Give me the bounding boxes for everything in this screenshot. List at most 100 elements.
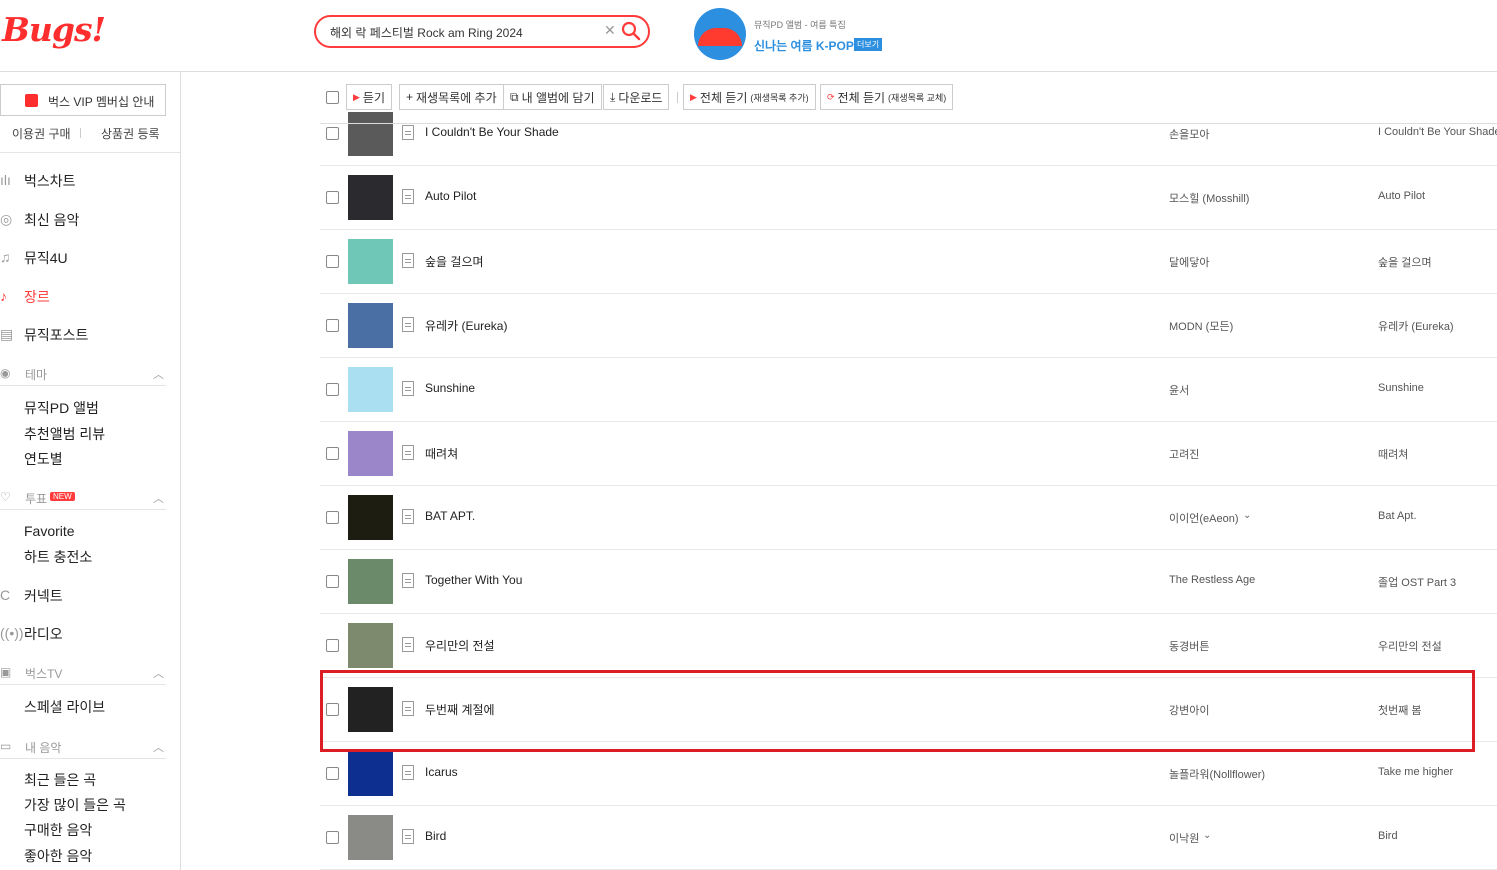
- track-title[interactable]: 때려쳐: [425, 445, 458, 462]
- track-artist[interactable]: 모스힐 (Mosshill): [1169, 190, 1249, 206]
- add-to-album-button[interactable]: ⧉ 내 앨범에 담기: [503, 84, 602, 110]
- track-artist[interactable]: 달에닿아: [1169, 254, 1209, 270]
- track-album[interactable]: Take me higher: [1378, 766, 1453, 778]
- album-thumbnail[interactable]: [348, 239, 393, 284]
- section-theme[interactable]: ◉ 테마 ︿: [0, 364, 166, 386]
- track-title[interactable]: Bird: [425, 829, 446, 843]
- sidebar-item-album-review[interactable]: 추천앨범 리뷰: [24, 424, 105, 444]
- track-checkbox[interactable]: [326, 127, 339, 140]
- album-thumbnail[interactable]: [348, 367, 393, 412]
- track-album[interactable]: 우리만의 전설: [1378, 638, 1442, 654]
- lyrics-icon[interactable]: [402, 381, 414, 396]
- promo-more-button[interactable]: 더보기: [854, 38, 883, 51]
- track-artist[interactable]: 이이언(eAeon): [1169, 510, 1239, 526]
- search-icon[interactable]: [621, 21, 641, 41]
- track-title[interactable]: Sunshine: [425, 381, 475, 395]
- lyrics-icon[interactable]: [402, 637, 414, 652]
- promo-title[interactable]: 신나는 여름 K-POP: [754, 37, 854, 54]
- track-artist[interactable]: 윤서: [1169, 382, 1189, 398]
- track-row[interactable]: Auto Pilot 모스힐 (Mosshill) Auto Pilot: [320, 166, 1497, 230]
- sidebar-item-liked[interactable]: 좋아한 음악: [24, 846, 92, 866]
- album-thumbnail[interactable]: [348, 623, 393, 668]
- chevron-up-icon[interactable]: ︿: [153, 665, 164, 681]
- listen-button[interactable]: ▶ 듣기: [346, 84, 393, 110]
- track-title[interactable]: BAT APT.: [425, 509, 475, 523]
- lyrics-icon[interactable]: [402, 573, 414, 588]
- lyrics-icon[interactable]: [402, 189, 414, 204]
- track-row[interactable]: Bird 이낙원 Bird ⌄: [320, 806, 1497, 870]
- album-thumbnail[interactable]: [348, 303, 393, 348]
- sidebar-item-favorite[interactable]: Favorite: [24, 523, 75, 539]
- sidebar-item-music-post[interactable]: ▤ 뮤직포스트: [0, 321, 180, 347]
- play-all-add-button[interactable]: ▶ 전체 듣기 (재생목록 추가): [683, 84, 816, 110]
- sidebar-item-purchased[interactable]: 구매한 음악: [24, 820, 92, 840]
- album-thumbnail[interactable]: [348, 431, 393, 476]
- track-checkbox[interactable]: [326, 255, 339, 268]
- track-album[interactable]: 졸업 OST Part 3: [1378, 574, 1456, 590]
- track-artist[interactable]: 놀플라워(Nollflower): [1169, 766, 1265, 782]
- track-artist[interactable]: 동경버튼: [1169, 638, 1209, 654]
- add-to-playlist-button[interactable]: + 재생목록에 추가: [399, 84, 504, 110]
- lyrics-icon[interactable]: [402, 765, 414, 780]
- sidebar-item-musicpd-album[interactable]: 뮤직PD 앨범: [24, 398, 99, 418]
- lyrics-icon[interactable]: [402, 701, 414, 716]
- clear-search-icon[interactable]: ✕: [604, 22, 616, 39]
- lyrics-icon[interactable]: [402, 829, 414, 844]
- album-thumbnail[interactable]: [348, 751, 393, 796]
- register-voucher-link[interactable]: 상품권 등록: [101, 125, 160, 142]
- track-row[interactable]: Sunshine 윤서 Sunshine: [320, 358, 1497, 422]
- album-thumbnail[interactable]: [348, 111, 393, 156]
- album-thumbnail[interactable]: [348, 687, 393, 732]
- sidebar-item-most-played[interactable]: 가장 많이 들은 곡: [24, 795, 126, 815]
- album-thumbnail[interactable]: [348, 559, 393, 604]
- download-button[interactable]: ⤓ 다운로드: [603, 84, 670, 110]
- track-row[interactable]: Together With You The Restless Age 졸업 OST …: [320, 550, 1497, 614]
- track-artist[interactable]: MODN (모든): [1169, 318, 1233, 334]
- track-checkbox[interactable]: [326, 447, 339, 460]
- track-album[interactable]: 숲을 걸으며: [1378, 254, 1432, 270]
- chevron-down-icon[interactable]: ⌄: [1203, 830, 1211, 841]
- track-album[interactable]: I Couldn't Be Your Shade: [1378, 126, 1497, 138]
- track-artist[interactable]: 손을모아: [1169, 126, 1209, 142]
- track-album[interactable]: Bat Apt.: [1378, 510, 1417, 522]
- track-checkbox[interactable]: [326, 639, 339, 652]
- lyrics-icon[interactable]: [402, 317, 414, 332]
- buy-pass-link[interactable]: 이용권 구매: [12, 125, 71, 142]
- track-row[interactable]: Icarus 놀플라워(Nollflower) Take me higher: [320, 742, 1497, 806]
- sidebar-item-genre[interactable]: ♪ 장르: [0, 283, 180, 309]
- sidebar-item-radio[interactable]: ((•)) 라디오: [0, 620, 180, 646]
- track-album[interactable]: 첫번째 봄: [1378, 702, 1422, 718]
- lyrics-icon[interactable]: [402, 445, 414, 460]
- chevron-up-icon[interactable]: ︿: [153, 739, 164, 755]
- sidebar-item-connect[interactable]: C 커넥트: [0, 582, 180, 608]
- track-checkbox[interactable]: [326, 511, 339, 524]
- track-row[interactable]: 숲을 걸으며 달에닿아 숲을 걸으며: [320, 230, 1497, 294]
- section-bugs-tv[interactable]: ▣ 벅스TV ︿: [0, 663, 166, 685]
- track-checkbox[interactable]: [326, 319, 339, 332]
- track-artist[interactable]: 강변아이: [1169, 702, 1209, 718]
- bugs-logo[interactable]: Bugs!: [2, 10, 106, 49]
- track-row[interactable]: 두번째 계절에 강변아이 첫번째 봄: [320, 678, 1497, 742]
- select-all-checkbox[interactable]: [326, 91, 339, 104]
- album-thumbnail[interactable]: [348, 815, 393, 860]
- album-thumbnail[interactable]: [348, 495, 393, 540]
- search-input[interactable]: [330, 23, 600, 41]
- track-album[interactable]: 때려쳐: [1378, 446, 1408, 462]
- track-title[interactable]: I Couldn't Be Your Shade: [425, 125, 559, 139]
- track-row[interactable]: 때려쳐 고려진 때려쳐: [320, 422, 1497, 486]
- track-title[interactable]: 숲을 걸으며: [425, 253, 484, 270]
- track-title[interactable]: Icarus: [425, 765, 458, 779]
- chevron-down-icon[interactable]: ⌄: [1243, 510, 1251, 521]
- track-row[interactable]: 유레카 (Eureka) MODN (모든) 유레카 (Eureka): [320, 294, 1497, 358]
- sidebar-item-chart[interactable]: ılı 벅스차트: [0, 167, 180, 193]
- track-title[interactable]: Auto Pilot: [425, 189, 476, 203]
- track-checkbox[interactable]: [326, 767, 339, 780]
- sidebar-item-music4u[interactable]: ♫ 뮤직4U: [0, 244, 180, 270]
- section-my-music[interactable]: ▭ 내 음악 ︿: [0, 737, 166, 759]
- track-title[interactable]: 유레카 (Eureka): [425, 317, 507, 334]
- track-row[interactable]: BAT APT. 이이언(eAeon) Bat Apt. ⌄: [320, 486, 1497, 550]
- album-thumbnail[interactable]: [348, 175, 393, 220]
- track-album[interactable]: Auto Pilot: [1378, 190, 1425, 202]
- play-all-replace-button[interactable]: ⟳ 전체 듣기 (재생목록 교체): [820, 84, 954, 110]
- track-checkbox[interactable]: [326, 831, 339, 844]
